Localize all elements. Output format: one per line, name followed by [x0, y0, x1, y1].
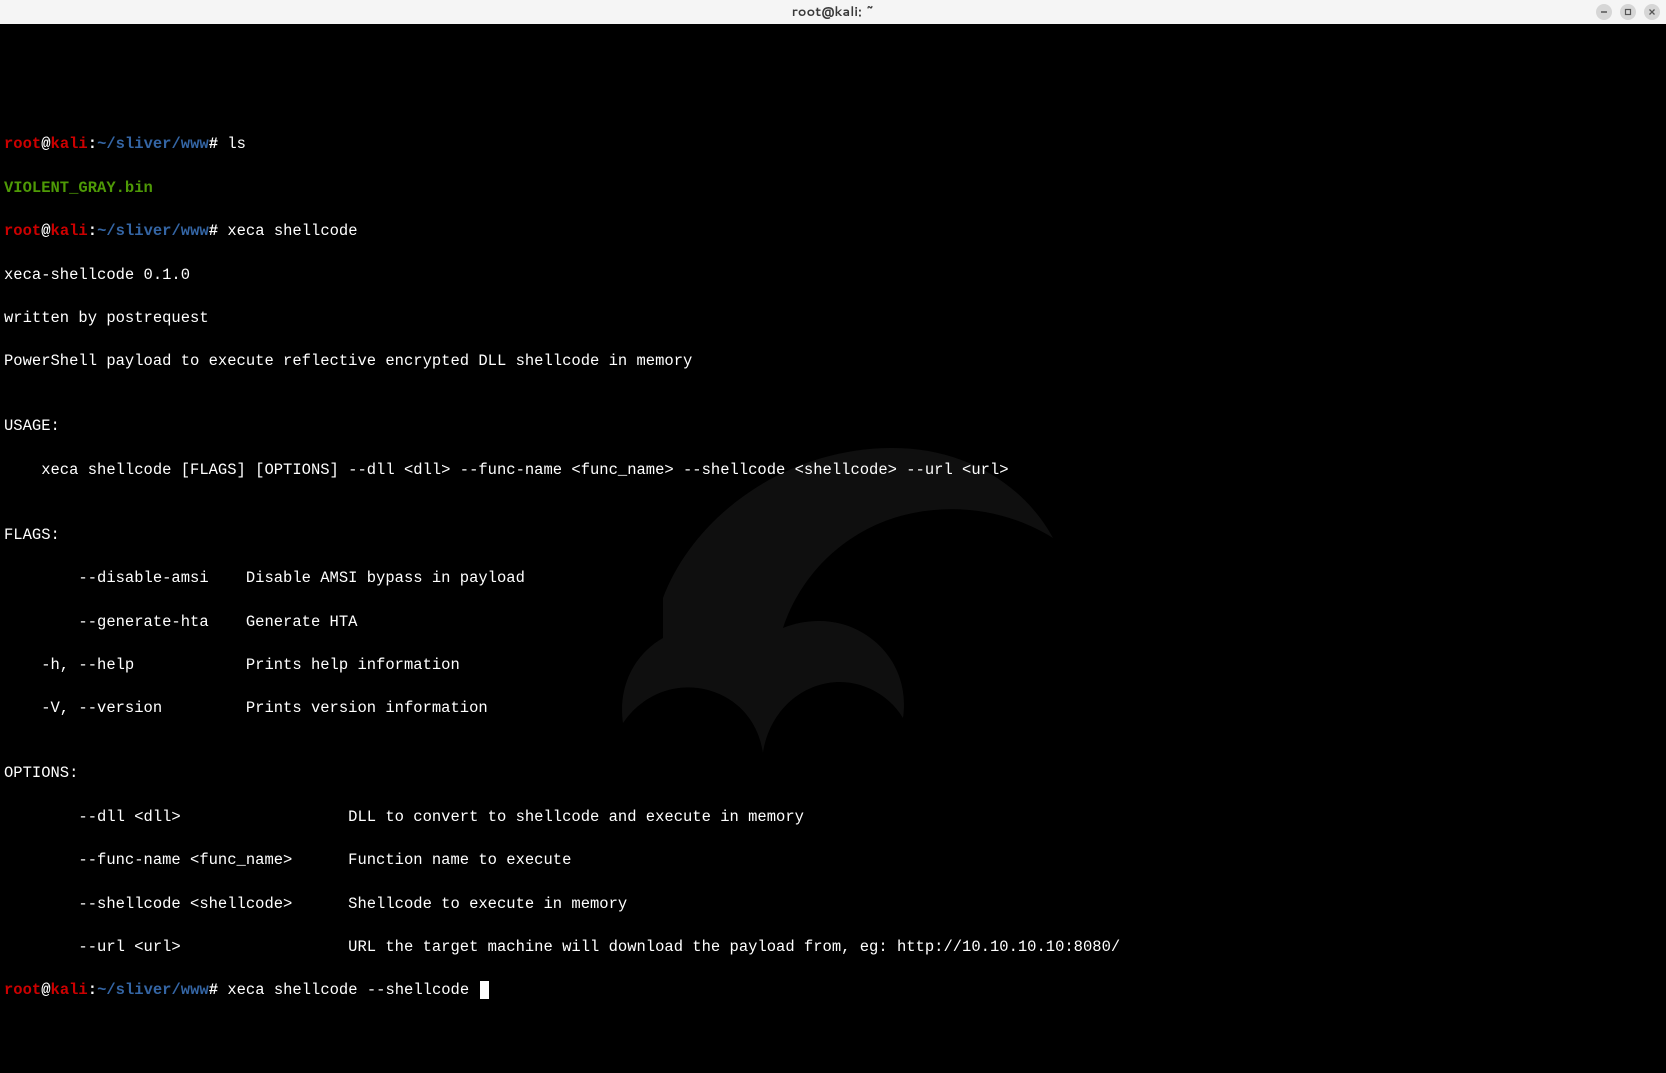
- command-ls: ls: [227, 135, 246, 153]
- minimize-icon: [1600, 8, 1608, 16]
- prompt-at: @: [41, 135, 50, 153]
- help-description: PowerShell payload to execute reflective…: [4, 351, 1662, 373]
- command-xeca-help: xeca shellcode: [227, 222, 357, 240]
- command-current-input[interactable]: xeca shellcode --shellcode: [227, 981, 478, 999]
- maximize-icon: [1624, 8, 1632, 16]
- prompt-line-3: root@kali:~/sliver/www# xeca shellcode -…: [4, 980, 1662, 1002]
- window-title: root@kali: ~: [792, 3, 874, 21]
- close-icon: [1648, 8, 1656, 16]
- option-func-name: --func-name <func_name> Function name to…: [4, 850, 1662, 872]
- prompt-line-2: root@kali:~/sliver/www# xeca shellcode: [4, 221, 1662, 243]
- flag-generate-hta: --generate-hta Generate HTA: [4, 612, 1662, 634]
- option-dll: --dll <dll> DLL to convert to shellcode …: [4, 807, 1662, 829]
- window-titlebar: root@kali: ~: [0, 0, 1666, 24]
- prompt-user: root: [4, 135, 41, 153]
- option-url: --url <url> URL the target machine will …: [4, 937, 1662, 959]
- flag-help: -h, --help Prints help information: [4, 655, 1662, 677]
- close-button[interactable]: [1644, 4, 1660, 20]
- prompt-symbol: #: [209, 135, 218, 153]
- options-header: OPTIONS:: [4, 763, 1662, 785]
- flag-version: -V, --version Prints version information: [4, 698, 1662, 720]
- flags-header: FLAGS:: [4, 525, 1662, 547]
- terminal-viewport[interactable]: root@kali:~/sliver/www# ls VIOLENT_GRAY.…: [0, 24, 1666, 1073]
- prompt-path: ~/sliver/www: [97, 135, 209, 153]
- option-shellcode: --shellcode <shellcode> Shellcode to exe…: [4, 894, 1662, 916]
- terminal-cursor: [480, 981, 489, 999]
- minimize-button[interactable]: [1596, 4, 1612, 20]
- prompt-line-1: root@kali:~/sliver/www# ls: [4, 134, 1662, 156]
- help-version: xeca-shellcode 0.1.0: [4, 265, 1662, 287]
- prompt-host: kali: [51, 135, 88, 153]
- help-author: written by postrequest: [4, 308, 1662, 330]
- maximize-button[interactable]: [1620, 4, 1636, 20]
- window-controls: [1596, 4, 1660, 20]
- flag-disable-amsi: --disable-amsi Disable AMSI bypass in pa…: [4, 568, 1662, 590]
- ls-output-file: VIOLENT_GRAY.bin: [4, 178, 1662, 200]
- usage-line: xeca shellcode [FLAGS] [OPTIONS] --dll <…: [4, 460, 1662, 482]
- usage-header: USAGE:: [4, 416, 1662, 438]
- prompt-colon: :: [88, 135, 97, 153]
